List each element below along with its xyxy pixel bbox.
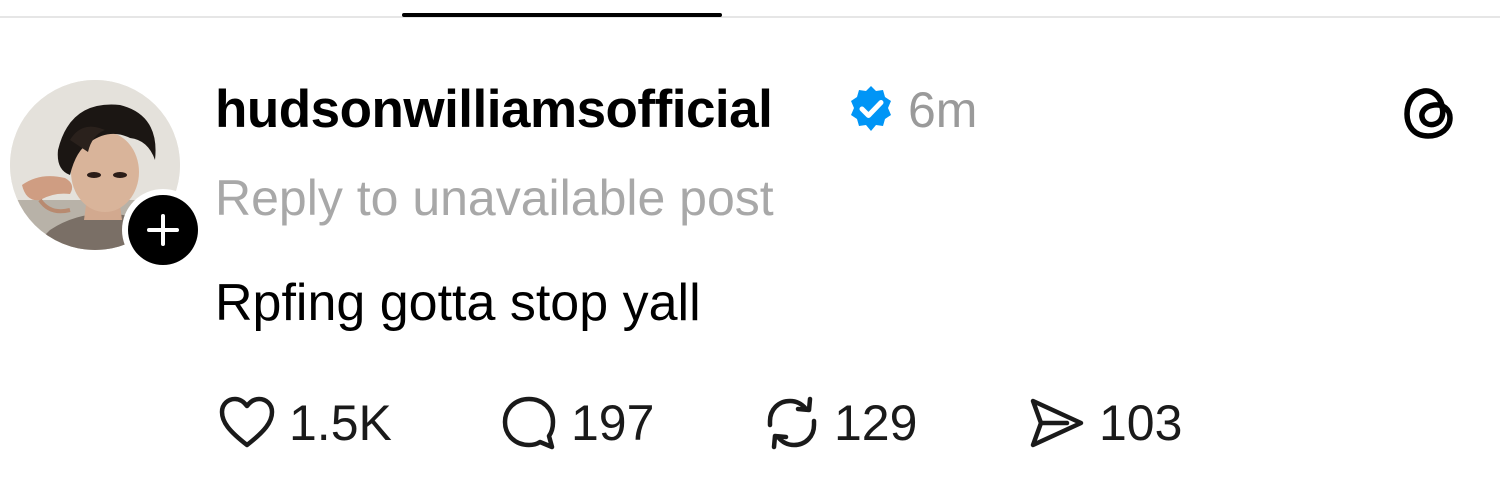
repost-icon bbox=[760, 391, 824, 455]
repost-button[interactable]: 129 bbox=[760, 388, 917, 458]
heart-icon bbox=[215, 391, 279, 455]
like-count: 1.5K bbox=[289, 395, 392, 451]
avatar-container[interactable] bbox=[10, 80, 204, 271]
threads-post-card: hudsonwilliamsofficial 6m Reply to unava… bbox=[0, 0, 1500, 500]
active-tab-indicator[interactable] bbox=[402, 13, 722, 17]
reply-button[interactable]: 197 bbox=[497, 388, 654, 458]
send-icon bbox=[1025, 391, 1089, 455]
username[interactable]: hudsonwilliamsofficial bbox=[215, 80, 773, 140]
threads-logo-icon[interactable] bbox=[1398, 83, 1460, 145]
post-timestamp: 6m bbox=[908, 82, 978, 138]
reply-context[interactable]: Reply to unavailable post bbox=[215, 168, 774, 228]
comment-icon bbox=[497, 391, 561, 455]
follow-button[interactable] bbox=[120, 187, 206, 273]
verified-badge-icon bbox=[851, 86, 891, 131]
reply-count: 197 bbox=[571, 395, 655, 451]
plus-icon bbox=[122, 189, 204, 271]
post-text: Rpfing gotta stop yall bbox=[215, 274, 701, 332]
tab-bar-divider bbox=[0, 16, 1500, 18]
share-count: 103 bbox=[1099, 395, 1183, 451]
share-button[interactable]: 103 bbox=[1025, 388, 1182, 458]
like-button[interactable]: 1.5K bbox=[215, 388, 392, 458]
repost-count: 129 bbox=[834, 395, 918, 451]
